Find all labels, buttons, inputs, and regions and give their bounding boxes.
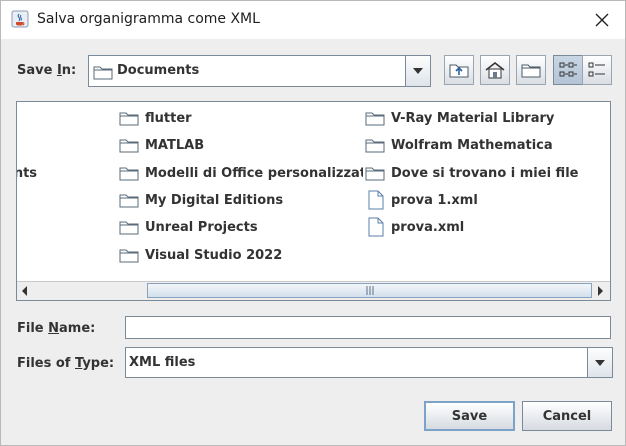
details-view-button[interactable]	[582, 55, 612, 85]
list-item-label: prova 1.xml	[391, 192, 478, 208]
list-item-label: Modelli di Office personalizzati	[145, 165, 363, 181]
scrollbar-thumb[interactable]	[147, 283, 592, 298]
folder-icon	[119, 221, 139, 235]
save-in-combo[interactable]: Documents	[88, 55, 431, 87]
file-name-label: File Name:	[17, 321, 96, 336]
file-list[interactable]: ents flutter MATLAB Modelli di Office pe…	[16, 101, 611, 301]
folder-icon	[119, 167, 139, 181]
list-item-label: Dove si trovano i miei file	[391, 165, 579, 181]
list-item-file[interactable]: prova.xml	[367, 217, 464, 237]
list-item-folder[interactable]: My Digital Editions	[119, 190, 283, 210]
save-in-label: Save In:	[17, 63, 77, 78]
chevron-left-icon	[22, 286, 27, 296]
save-dialog: Salva organigramma come XML Save In: Doc…	[0, 0, 626, 446]
list-item-label: Visual Studio 2022	[145, 247, 283, 263]
details-view-icon	[588, 62, 605, 77]
list-item-label: V-Ray Material Library	[391, 110, 555, 126]
files-of-type-combo[interactable]: XML files	[125, 347, 613, 378]
list-item-folder[interactable]: Visual Studio 2022	[119, 245, 282, 265]
folder-icon	[365, 139, 385, 153]
save-in-value: Documents	[117, 63, 200, 78]
folder-icon	[119, 194, 139, 208]
file-name-input[interactable]	[125, 316, 611, 339]
scroll-right-button[interactable]	[592, 282, 608, 300]
chevron-right-icon	[598, 286, 603, 296]
files-of-type-value: XML files	[129, 355, 196, 370]
up-folder-icon	[449, 64, 469, 78]
list-item-folder[interactable]: Unreal Projects	[119, 217, 258, 237]
home-icon	[485, 62, 505, 79]
new-folder-icon	[521, 64, 541, 78]
list-item-label: flutter	[145, 110, 192, 126]
folder-icon	[119, 112, 139, 126]
list-item-cut[interactable]: ents	[17, 163, 38, 183]
list-view-button[interactable]	[553, 55, 583, 85]
folder-icon	[119, 139, 139, 153]
grip-icon	[366, 286, 373, 295]
list-item-label: Unreal Projects	[145, 219, 258, 235]
list-item-label: ents	[17, 165, 38, 181]
horizontal-scrollbar[interactable]	[17, 281, 610, 300]
close-button[interactable]	[579, 1, 625, 39]
folder-icon	[93, 64, 113, 84]
chevron-down-icon	[595, 359, 605, 366]
list-item-folder[interactable]: Dove si trovano i miei file	[365, 163, 578, 183]
new-folder-button[interactable]	[516, 55, 546, 85]
save-in-dropdown-arrow[interactable]	[405, 56, 430, 86]
file-icon	[368, 217, 384, 237]
list-item-label: Wolfram Mathematica	[391, 137, 553, 153]
list-item-folder[interactable]: Wolfram Mathematica	[365, 135, 553, 155]
list-item-folder[interactable]: V-Ray Material Library	[365, 108, 554, 128]
list-item-label: prova.xml	[391, 219, 465, 235]
list-view-icon	[559, 62, 577, 77]
java-app-icon	[11, 10, 29, 28]
save-button[interactable]: Save	[424, 401, 515, 431]
home-button[interactable]	[480, 55, 510, 85]
list-item-file[interactable]: prova 1.xml	[367, 190, 478, 210]
list-item-folder[interactable]: MATLAB	[119, 135, 204, 155]
list-item-label: My Digital Editions	[145, 192, 284, 208]
files-of-type-dropdown-arrow[interactable]	[587, 348, 612, 377]
files-of-type-label: Files of Type:	[17, 356, 115, 371]
list-item-folder[interactable]: flutter	[119, 108, 192, 128]
window-title: Salva organigramma come XML	[37, 11, 260, 27]
list-item-folder[interactable]: Modelli di Office personalizzati	[119, 163, 363, 183]
folder-icon	[119, 249, 139, 263]
up-one-level-button[interactable]	[444, 55, 474, 85]
title-bar: Salva organigramma come XML	[1, 1, 625, 39]
folder-icon	[365, 112, 385, 126]
cancel-button[interactable]: Cancel	[522, 401, 612, 431]
list-item-label: MATLAB	[145, 137, 205, 153]
close-icon	[595, 13, 609, 27]
file-icon	[368, 190, 384, 210]
chevron-down-icon	[413, 68, 423, 74]
folder-icon	[365, 167, 385, 181]
scroll-left-button[interactable]	[17, 282, 33, 300]
